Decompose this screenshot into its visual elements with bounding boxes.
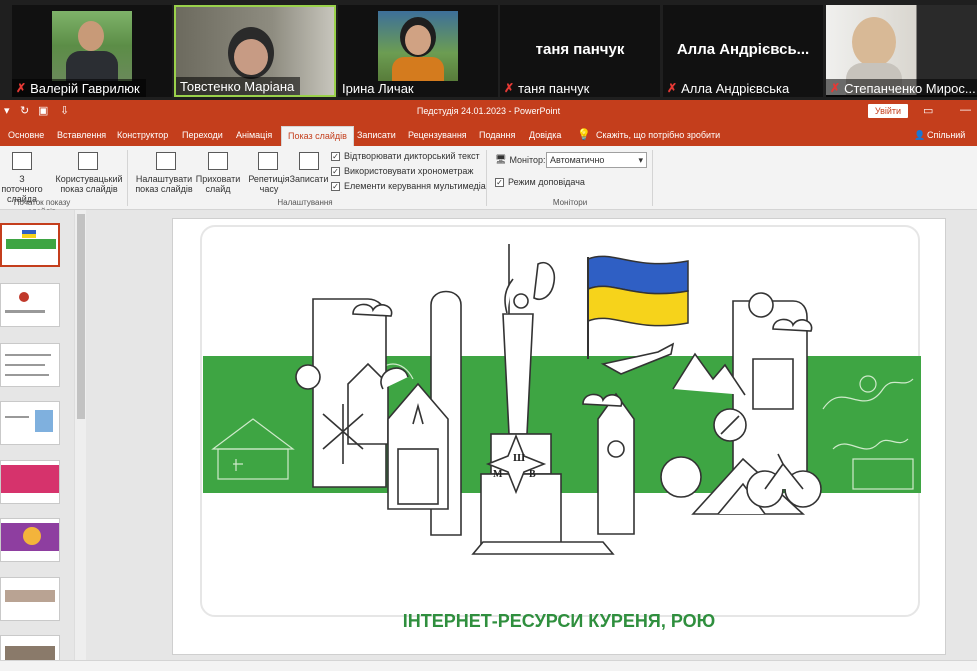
participant-name-bar: Ірина Личак bbox=[338, 79, 414, 97]
emblem-letter-top: Ш bbox=[513, 452, 525, 464]
participant-tile-active[interactable]: Товстенко Маріана bbox=[174, 5, 336, 97]
use-timings-label: Використовувати хронометраж bbox=[344, 166, 474, 176]
hide-slide-button[interactable]: Приховати слайд bbox=[194, 174, 242, 194]
share-button[interactable]: Спільний до bbox=[927, 126, 977, 158]
monitor-icon: 🖥 bbox=[495, 154, 507, 164]
participant-name: Товстенко Маріана bbox=[180, 78, 295, 94]
slide-thumbnail[interactable] bbox=[0, 343, 60, 387]
custom-show-icon[interactable] bbox=[78, 152, 98, 170]
person-icon: 👤 bbox=[914, 130, 926, 140]
slide-thumbnail[interactable] bbox=[0, 401, 60, 445]
play-narrations-label: Відтворювати дикторський текст bbox=[344, 151, 480, 161]
thumbnails-scrollbar[interactable] bbox=[74, 210, 86, 671]
setup-show-button[interactable]: Налаштувати показ слайдів bbox=[130, 174, 198, 194]
checkbox-checked-icon: ✓ bbox=[331, 151, 340, 161]
participant-display-name: Алла Андрієвсь... bbox=[676, 41, 810, 58]
mic-muted-icon: ✗ bbox=[667, 81, 678, 95]
tab-home[interactable]: Основне bbox=[8, 126, 44, 146]
group-label-setup: Налаштування bbox=[277, 198, 333, 207]
record-button[interactable]: Записати bbox=[286, 174, 332, 184]
scrollbar-thumb[interactable] bbox=[77, 214, 85, 419]
tell-me-search[interactable]: Скажіть, що потрібно зробити bbox=[596, 126, 720, 146]
participant-display-name: таня панчук bbox=[535, 41, 625, 58]
participant-tile[interactable]: Ірина Личак bbox=[338, 5, 498, 97]
current-slide[interactable]: Ш М В ІНТЕРНЕТ-РЕСУРСИ КУРЕНЯ, РОЮ bbox=[172, 218, 946, 655]
tab-design[interactable]: Конструктор bbox=[117, 126, 168, 146]
tab-transitions[interactable]: Переходи bbox=[182, 126, 223, 146]
ribbon-display-options-icon[interactable]: ▭ bbox=[923, 104, 933, 117]
custom-show-button[interactable]: Користувацький показ слайдів bbox=[52, 174, 126, 194]
participant-name-bar: ✗ Алла Андрієвська bbox=[663, 79, 789, 97]
tab-view[interactable]: Подання bbox=[479, 126, 515, 146]
participant-tile[interactable]: ✗ Степанченко Мирос... bbox=[826, 5, 977, 97]
tab-help[interactable]: Довідка bbox=[529, 126, 561, 146]
slide-thumbnail[interactable] bbox=[0, 577, 60, 621]
participant-name-bar: ✗ Степанченко Мирос... bbox=[826, 79, 977, 97]
slide-thumbnail[interactable] bbox=[0, 223, 60, 267]
media-controls-label: Елементи керування мультимедіа bbox=[344, 181, 486, 191]
from-current-slide-icon[interactable] bbox=[12, 152, 32, 170]
slide-title[interactable]: ІНТЕРНЕТ-РЕСУРСИ КУРЕНЯ, РОЮ bbox=[173, 611, 945, 632]
video-feed bbox=[52, 11, 132, 81]
slide-editor: Ш М В ІНТЕРНЕТ-РЕСУРСИ КУРЕНЯ, РОЮ bbox=[86, 210, 977, 660]
monitor-select-value: Автоматично bbox=[550, 155, 605, 165]
hide-slide-icon[interactable] bbox=[208, 152, 228, 170]
mic-muted-icon: ✗ bbox=[830, 81, 841, 95]
ribbon-panel: З поточного слайда Користувацький показ … bbox=[0, 146, 977, 216]
play-narrations-checkbox[interactable]: ✓ Відтворювати дикторський текст bbox=[331, 151, 480, 161]
monitor-select[interactable]: Автоматично ▾ bbox=[546, 152, 647, 168]
ribbon-tabs: Основне Вставлення Конструктор Переходи … bbox=[0, 122, 977, 158]
presenter-view-checkbox[interactable]: ✓ Режим доповідача bbox=[495, 177, 585, 187]
monitor-label: 🖥 Монітор: bbox=[495, 154, 546, 165]
participant-name: таня панчук bbox=[518, 80, 590, 96]
checkbox-checked-icon: ✓ bbox=[331, 181, 340, 191]
participant-tile[interactable]: ✗ Валерій Гаврилюк bbox=[12, 5, 172, 97]
participant-name: Степанченко Мирос... bbox=[844, 80, 976, 96]
participant-name: Валерій Гаврилюк bbox=[30, 80, 140, 96]
participant-name: Ірина Личак bbox=[342, 80, 414, 96]
presenter-view-label: Режим доповідача bbox=[508, 177, 585, 187]
participant-tile[interactable]: Алла Андрієвсь... ✗ Алла Андрієвська bbox=[663, 5, 823, 97]
participant-name-bar: Товстенко Маріана bbox=[176, 77, 301, 95]
tab-animations[interactable]: Анімація bbox=[236, 126, 272, 146]
setup-show-icon[interactable] bbox=[156, 152, 176, 170]
status-bar bbox=[0, 660, 977, 671]
slide-thumbnail[interactable] bbox=[0, 518, 60, 562]
video-strip: ✗ Валерій Гаврилюк Товстенко Маріана Іри… bbox=[0, 0, 977, 100]
mic-muted-icon: ✗ bbox=[504, 81, 515, 95]
chevron-down-icon: ▾ bbox=[638, 155, 643, 165]
participant-name-bar: ✗ Валерій Гаврилюк bbox=[12, 79, 146, 97]
tab-review[interactable]: Рецензування bbox=[408, 126, 467, 146]
slide-thumbnail[interactable] bbox=[0, 460, 60, 504]
checkbox-checked-icon: ✓ bbox=[495, 177, 504, 187]
group-separator bbox=[652, 150, 653, 206]
slide-thumbnail[interactable] bbox=[0, 283, 60, 327]
lightbulb-icon: 💡 bbox=[577, 129, 591, 141]
slide-illustration: Ш М В bbox=[200, 225, 921, 617]
tab-slide-show[interactable]: Показ слайдів bbox=[281, 126, 354, 146]
window-title: Педстудія 24.01.2023 - PowerPoint bbox=[416, 106, 561, 116]
rehearse-timings-icon[interactable] bbox=[258, 152, 278, 170]
video-feed bbox=[378, 11, 458, 81]
emblem-letter-right: В bbox=[529, 469, 536, 480]
signin-button[interactable]: Увійти bbox=[868, 104, 908, 118]
group-label-monitors: Монітори bbox=[552, 198, 588, 207]
title-bar: ▾ ↻ ▣ ⇩ Педстудія 24.01.2023 - PowerPoin… bbox=[0, 100, 977, 122]
checkbox-checked-icon: ✓ bbox=[331, 166, 340, 176]
slide-thumbnails-pane bbox=[0, 210, 74, 671]
tab-insert[interactable]: Вставлення bbox=[57, 126, 106, 146]
minimize-icon[interactable]: — bbox=[960, 104, 971, 116]
participant-name-bar: ✗ таня панчук bbox=[500, 79, 589, 97]
mic-muted-icon: ✗ bbox=[16, 81, 27, 95]
powerpoint-window: ▾ ↻ ▣ ⇩ Педстудія 24.01.2023 - PowerPoin… bbox=[0, 100, 977, 671]
group-separator bbox=[486, 150, 487, 206]
use-timings-checkbox[interactable]: ✓ Використовувати хронометраж bbox=[331, 166, 473, 176]
participant-name: Алла Андрієвська bbox=[681, 80, 790, 96]
record-icon[interactable] bbox=[299, 152, 319, 170]
media-controls-checkbox[interactable]: ✓ Елементи керування мультимедіа bbox=[331, 181, 486, 191]
participant-tile[interactable]: таня панчук ✗ таня панчук bbox=[500, 5, 660, 97]
tab-record[interactable]: Записати bbox=[357, 126, 396, 146]
group-separator bbox=[127, 150, 128, 206]
emblem-letter-left: М bbox=[493, 469, 503, 480]
